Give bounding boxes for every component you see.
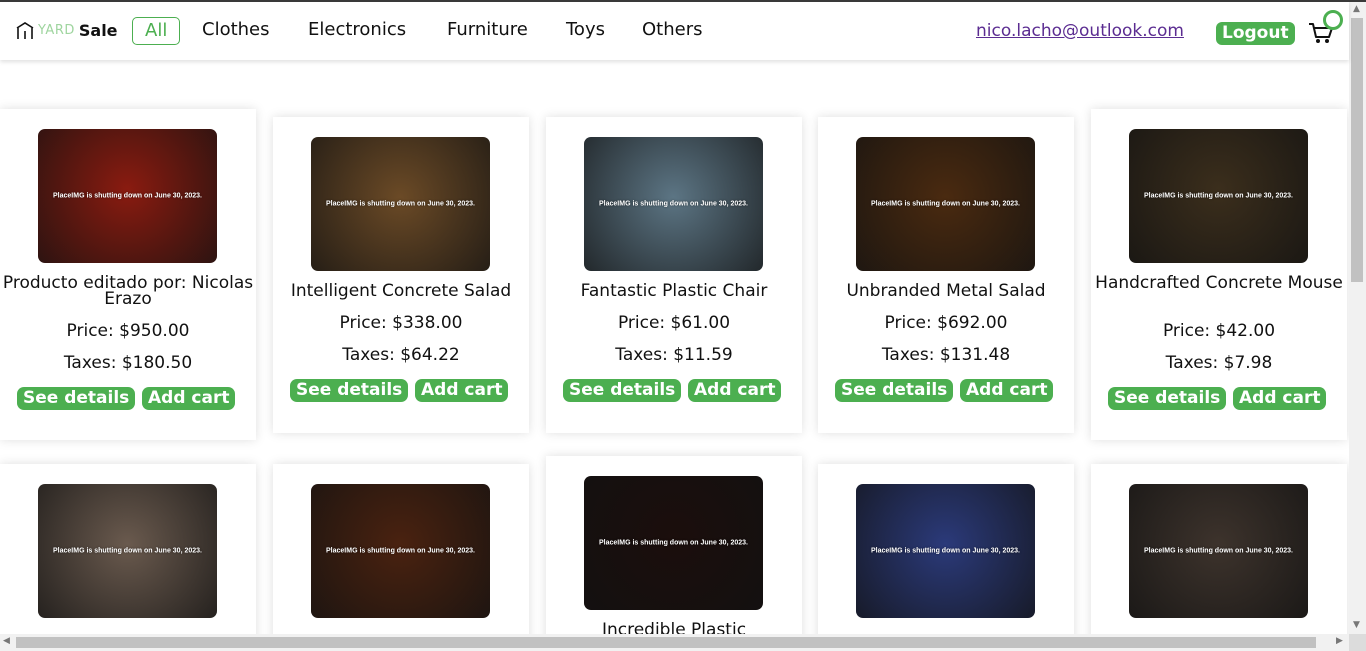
product-card: PlaceIMG is shutting down on June 30, 20… <box>273 117 529 433</box>
image-placeholder-text: PlaceIMG is shutting down on June 30, 20… <box>53 192 202 200</box>
image-placeholder-text: PlaceIMG is shutting down on June 30, 20… <box>599 539 748 547</box>
nav-furniture[interactable]: Furniture <box>447 16 528 44</box>
image-placeholder-text: PlaceIMG is shutting down on June 30, 20… <box>326 547 475 555</box>
product-card: PlaceIMG is shutting down on June 30, 20… <box>0 109 256 440</box>
product-card: PlaceIMG is shutting down on June 30, 20… <box>1091 464 1347 634</box>
see-details-button[interactable]: See details <box>835 379 954 402</box>
brand-logo[interactable]: YARD Sale <box>16 21 118 40</box>
product-card: PlaceIMG is shutting down on June 30, 20… <box>818 464 1074 634</box>
see-details-button[interactable]: See details <box>1108 387 1227 410</box>
image-placeholder-text: PlaceIMG is shutting down on June 30, 20… <box>871 547 1020 555</box>
image-placeholder-text: PlaceIMG is shutting down on June 30, 20… <box>53 547 202 555</box>
house-icon <box>16 21 34 39</box>
nav-toys[interactable]: Toys <box>566 16 605 44</box>
scroll-down-arrow-icon[interactable]: ▼ <box>1353 620 1360 630</box>
product-image[interactable]: PlaceIMG is shutting down on June 30, 20… <box>856 137 1035 271</box>
horizontal-scrollbar[interactable]: ◀ ▶ <box>0 634 1349 651</box>
scroll-right-arrow-icon[interactable]: ▶ <box>1336 636 1343 646</box>
horizontal-scroll-thumb[interactable] <box>16 637 1316 648</box>
brand-yard: YARD <box>38 23 75 38</box>
add-cart-button[interactable]: Add cart <box>688 379 782 402</box>
product-image[interactable]: PlaceIMG is shutting down on June 30, 20… <box>311 137 490 271</box>
product-grid: PlaceIMG is shutting down on June 30, 20… <box>0 60 1349 634</box>
product-image[interactable]: PlaceIMG is shutting down on June 30, 20… <box>311 484 490 618</box>
product-card: PlaceIMG is shutting down on June 30, 20… <box>0 464 256 634</box>
product-image[interactable]: PlaceIMG is shutting down on June 30, 20… <box>856 484 1035 618</box>
product-price: Price: $950.00 <box>66 321 190 341</box>
product-image[interactable]: PlaceIMG is shutting down on June 30, 20… <box>1129 129 1308 263</box>
product-title: Unbranded Metal Salad <box>846 281 1046 301</box>
see-details-button[interactable]: See details <box>17 387 136 410</box>
product-image[interactable]: PlaceIMG is shutting down on June 30, 20… <box>584 476 763 610</box>
product-card: PlaceIMG is shutting down on June 30, 20… <box>1091 109 1347 440</box>
user-email-link[interactable]: nico.lacho@outlook.com <box>976 21 1184 41</box>
product-taxes: Taxes: $180.50 <box>63 353 193 373</box>
image-placeholder-text: PlaceIMG is shutting down on June 30, 20… <box>599 200 748 208</box>
product-title: Incredible Plastic <box>601 620 747 635</box>
add-cart-button[interactable]: Add cart <box>415 379 509 402</box>
product-taxes: Taxes: $11.59 <box>615 345 733 365</box>
product-price: Price: $42.00 <box>1162 321 1276 341</box>
scroll-up-arrow-icon[interactable]: ▲ <box>1353 4 1360 14</box>
product-card: PlaceIMG is shutting down on June 30, 20… <box>818 117 1074 433</box>
product-title: Intelligent Concrete Salad <box>290 281 512 301</box>
product-price: Price: $692.00 <box>884 313 1008 333</box>
scroll-left-arrow-icon[interactable]: ◀ <box>3 636 10 646</box>
brand-sale: Sale <box>78 21 118 40</box>
product-image[interactable]: PlaceIMG is shutting down on June 30, 20… <box>38 129 217 263</box>
nav-all[interactable]: All <box>132 17 181 45</box>
see-details-button[interactable]: See details <box>290 379 409 402</box>
see-details-button[interactable]: See details <box>563 379 682 402</box>
navbar: YARD Sale All Clothes Electronics Furnit… <box>0 2 1349 60</box>
cart-badge <box>1323 10 1343 30</box>
image-placeholder-text: PlaceIMG is shutting down on June 30, 20… <box>1144 547 1293 555</box>
product-title: Fantastic Plastic Chair <box>580 281 768 301</box>
product-title: Handcrafted Concrete Mouse <box>1095 273 1343 293</box>
product-image[interactable]: PlaceIMG is shutting down on June 30, 20… <box>584 137 763 271</box>
nav-clothes[interactable]: Clothes <box>202 16 270 44</box>
vertical-scroll-thumb[interactable] <box>1351 18 1363 282</box>
product-taxes: Taxes: $131.48 <box>881 345 1011 365</box>
add-cart-button[interactable]: Add cart <box>142 387 236 410</box>
scrollbar-corner <box>1349 634 1366 651</box>
image-placeholder-text: PlaceIMG is shutting down on June 30, 20… <box>871 200 1020 208</box>
product-image[interactable]: PlaceIMG is shutting down on June 30, 20… <box>1129 484 1308 618</box>
image-placeholder-text: PlaceIMG is shutting down on June 30, 20… <box>326 200 475 208</box>
add-cart-button[interactable]: Add cart <box>1233 387 1327 410</box>
image-placeholder-text: PlaceIMG is shutting down on June 30, 20… <box>1144 192 1293 200</box>
product-card: PlaceIMG is shutting down on June 30, 20… <box>546 456 802 634</box>
product-price: Price: $61.00 <box>617 313 731 333</box>
product-price: Price: $338.00 <box>339 313 463 333</box>
product-taxes: Taxes: $7.98 <box>1165 353 1273 373</box>
add-cart-button[interactable]: Add cart <box>960 379 1054 402</box>
product-title: Producto editado por: Nicolas Erazo <box>2 273 254 309</box>
logout-button[interactable]: Logout <box>1216 22 1295 45</box>
nav-others[interactable]: Others <box>642 16 703 44</box>
product-card: PlaceIMG is shutting down on June 30, 20… <box>546 117 802 433</box>
vertical-scrollbar[interactable]: ▲ ▼ <box>1349 2 1366 634</box>
product-image[interactable]: PlaceIMG is shutting down on June 30, 20… <box>38 484 217 618</box>
product-card: PlaceIMG is shutting down on June 30, 20… <box>273 464 529 634</box>
nav-electronics[interactable]: Electronics <box>308 16 406 44</box>
product-taxes: Taxes: $64.22 <box>342 345 460 365</box>
